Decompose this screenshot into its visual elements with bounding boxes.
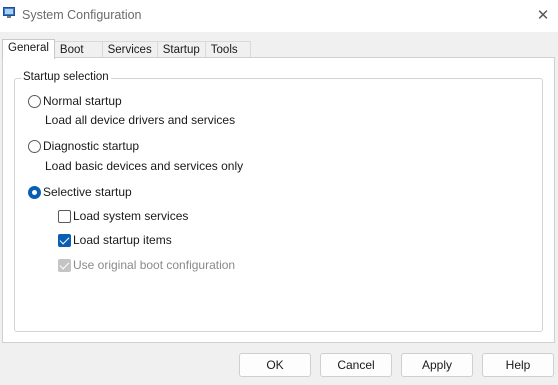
- selective-startup-label: Selective startup: [43, 185, 132, 199]
- radio-indicator[interactable]: [28, 94, 41, 108]
- diagnostic-startup-label: Diagnostic startup: [43, 139, 140, 153]
- close-icon: ✕: [536, 7, 550, 24]
- general-tab-panel: Startup selection Normal startup Load al…: [2, 57, 555, 343]
- radio-indicator[interactable]: [28, 139, 41, 153]
- selective-startup-radio[interactable]: Selective startup: [28, 185, 132, 199]
- system-configuration-icon: [3, 7, 15, 18]
- normal-startup-description: Load all device drivers and services: [45, 113, 236, 127]
- checkbox-indicator-disabled: [58, 258, 71, 272]
- diagnostic-startup-radio[interactable]: Diagnostic startup: [28, 139, 139, 153]
- cancel-button[interactable]: Cancel: [320, 353, 392, 377]
- tab-general[interactable]: General: [2, 39, 55, 59]
- normal-startup-radio[interactable]: Normal startup: [28, 94, 122, 108]
- checkbox-indicator[interactable]: [58, 209, 71, 223]
- close-button[interactable]: ✕: [528, 0, 558, 30]
- use-original-boot-configuration-checkbox: Use original boot configuration: [58, 258, 235, 272]
- apply-button[interactable]: Apply: [401, 353, 473, 377]
- checkbox-indicator-checked[interactable]: [58, 233, 71, 247]
- title-bar: System Configuration ✕: [0, 0, 558, 32]
- load-system-services-checkbox[interactable]: Load system services: [58, 209, 188, 223]
- startup-selection-group: Startup selection Normal startup Load al…: [14, 71, 543, 332]
- window-title: System Configuration: [22, 8, 142, 22]
- use-original-boot-configuration-label: Use original boot configuration: [73, 258, 236, 272]
- normal-startup-label: Normal startup: [43, 94, 122, 108]
- load-startup-items-checkbox[interactable]: Load startup items: [58, 233, 172, 247]
- ok-button[interactable]: OK: [239, 353, 311, 377]
- startup-selection-legend: Startup selection: [21, 71, 111, 83]
- diagnostic-startup-description: Load basic devices and services only: [45, 159, 244, 173]
- radio-indicator-selected[interactable]: [28, 185, 41, 199]
- help-button[interactable]: Help: [482, 353, 554, 377]
- load-system-services-label: Load system services: [73, 209, 189, 223]
- load-startup-items-label: Load startup items: [73, 233, 172, 247]
